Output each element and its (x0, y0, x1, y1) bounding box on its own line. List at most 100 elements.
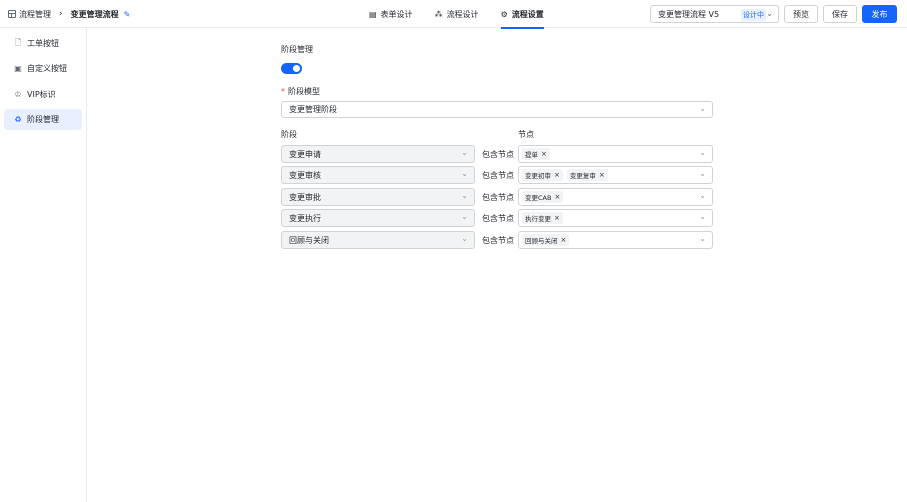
chevron-down-icon: ⌄ (461, 234, 468, 243)
chevron-down-icon: ⌄ (461, 169, 468, 178)
model-value: 变更管理阶段 (289, 105, 337, 114)
status-badge: 设计中 (741, 9, 766, 21)
stage-value: 变更执行 (289, 213, 321, 223)
top-header: 流程管理 › 变更管理流程 ✎ ▤ 表单设计 ⁂ 流程设计 ⚙ 流程设置 变更管… (0, 0, 907, 29)
version-select[interactable]: 变更管理流程 V5 设计中 ⌄ (650, 5, 779, 23)
node-multi-select[interactable]: 变更初审 × 变更复审 × ⌄ (518, 166, 713, 184)
stage-select[interactable]: 回顾与关闭 ⌄ (281, 231, 475, 249)
node-tag: 变更复审 × (566, 169, 608, 181)
node-tag-label: 变更初审 (525, 172, 551, 180)
publish-button[interactable]: 发布 (862, 5, 897, 23)
chevron-down-icon: ⌄ (461, 191, 468, 200)
stage-model-select[interactable]: 变更管理阶段 ⌄ (281, 101, 713, 118)
node-column-header: 节点 (518, 130, 534, 139)
stage-column-header: 阶段 (281, 130, 297, 139)
sidebar-item-custom-buttons[interactable]: ▣ 自定义按钮 (4, 58, 82, 79)
node-tag-label: 变更CAB (525, 194, 552, 202)
stage-value: 变更审核 (289, 170, 321, 180)
node-tag: 变更初审 × (522, 169, 563, 181)
recycle-icon: ♻ (14, 115, 22, 124)
gear-icon: ⚙ (500, 9, 508, 19)
node-multi-select[interactable]: 提单 × ⌄ (518, 145, 713, 163)
crown-icon: ♔ (14, 90, 22, 99)
stage-value: 回顾与关闭 (289, 235, 329, 245)
close-icon[interactable]: × (554, 193, 560, 201)
contains-label: 包含节点 (482, 150, 514, 159)
breadcrumb-parent[interactable]: 流程管理 (19, 9, 51, 20)
stage-row: 变更审批 ⌄ 包含节点 变更CAB × ⌄ (281, 188, 713, 206)
breadcrumb: 流程管理 › 变更管理流程 ✎ (8, 8, 130, 20)
tab-label: 流程设计 (446, 9, 479, 19)
chevron-right-icon: › (59, 9, 63, 19)
required-mark: * (281, 87, 285, 96)
tab-bar: ▤ 表单设计 ⁂ 流程设计 ⚙ 流程设置 (369, 0, 566, 29)
edit-icon[interactable]: ✎ (124, 10, 131, 19)
chevron-down-icon: ⌄ (699, 169, 706, 178)
chevron-down-icon: ⌄ (699, 148, 706, 157)
node-tag-label: 回顾与关闭 (525, 237, 558, 245)
stage-row: 变更执行 ⌄ 包含节点 执行变更 × ⌄ (281, 209, 713, 227)
tab-flow-design[interactable]: ⁂ 流程设计 (435, 0, 479, 28)
preview-button[interactable]: 预览 (784, 5, 818, 23)
sidebar-item-ticket-buttons[interactable]: 🗋 工单按钮 (4, 33, 82, 54)
stage-select[interactable]: 变更申请 ⌄ (281, 145, 475, 163)
flow-icon: ⁂ (434, 9, 443, 19)
contains-label: 包含节点 (482, 236, 514, 245)
sidebar-item-label: 工单按钮 (27, 39, 59, 48)
chevron-down-icon: ⌄ (699, 234, 706, 243)
save-button[interactable]: 保存 (823, 5, 857, 23)
stage-select[interactable]: 变更审核 ⌄ (281, 166, 475, 184)
tab-form-design[interactable]: ▤ 表单设计 (369, 0, 413, 28)
stage-value: 变更申请 (289, 149, 321, 159)
node-tag-label: 执行变更 (525, 215, 551, 223)
node-tag: 回顾与关闭 × (522, 234, 570, 246)
chevron-down-icon: ⌄ (461, 212, 468, 221)
contains-label: 包含节点 (482, 214, 514, 223)
chevron-down-icon: ⌄ (699, 104, 706, 113)
section-title: 阶段管理 (281, 45, 313, 54)
grid-icon (8, 10, 16, 18)
version-name: 变更管理流程 V5 (658, 9, 720, 19)
model-label-text: 阶段模型 (288, 87, 320, 96)
model-label: * 阶段模型 (281, 86, 320, 97)
stage-select[interactable]: 变更审批 ⌄ (281, 188, 475, 206)
stage-row: 变更申请 ⌄ 包含节点 提单 × ⌄ (281, 145, 713, 163)
node-tag: 提单 × (522, 148, 550, 160)
contains-label: 包含节点 (482, 193, 514, 202)
stage-row: 回顾与关闭 ⌄ 包含节点 回顾与关闭 × ⌄ (281, 231, 713, 249)
sidebar: 🗋 工单按钮 ▣ 自定义按钮 ♔ VIP标识 ♻ 阶段管理 (0, 28, 87, 502)
node-tag: 变更CAB × (522, 191, 564, 203)
tab-flow-settings[interactable]: ⚙ 流程设置 (500, 0, 544, 29)
node-multi-select[interactable]: 执行变更 × ⌄ (518, 209, 713, 227)
node-tag-label: 提单 (525, 151, 538, 159)
stage-select[interactable]: 变更执行 ⌄ (281, 209, 475, 227)
chevron-down-icon: ⌄ (766, 9, 773, 18)
tab-label: 流程设置 (511, 9, 544, 19)
tab-label: 表单设计 (380, 9, 413, 19)
close-icon[interactable]: × (554, 214, 560, 222)
sidebar-item-stage-management[interactable]: ♻ 阶段管理 (4, 109, 82, 130)
file-icon: 🗋 (14, 37, 22, 47)
node-multi-select[interactable]: 变更CAB × ⌄ (518, 188, 713, 206)
custom-button-icon: ▣ (14, 64, 22, 73)
stage-toggle[interactable] (281, 63, 302, 74)
main-content: 阶段管理 * 阶段模型 变更管理阶段 ⌄ 阶段 节点 变更申请 ⌄ 包含节点 提单… (87, 28, 907, 502)
sidebar-item-label: 阶段管理 (27, 115, 59, 124)
stage-value: 变更审批 (289, 192, 321, 202)
contains-label: 包含节点 (482, 171, 514, 180)
sidebar-item-vip[interactable]: ♔ VIP标识 (4, 84, 82, 105)
close-icon[interactable]: × (561, 236, 567, 244)
stage-row: 变更审核 ⌄ 包含节点 变更初审 × 变更复审 × ⌄ (281, 166, 713, 184)
sidebar-item-label: VIP标识 (27, 90, 56, 99)
node-tag-label: 变更复审 (569, 172, 596, 180)
close-icon[interactable]: × (554, 171, 560, 179)
close-icon[interactable]: × (599, 171, 605, 179)
document-icon: ▤ (369, 9, 377, 19)
breadcrumb-current: 变更管理流程 (70, 9, 119, 19)
chevron-down-icon: ⌄ (699, 212, 706, 221)
node-multi-select[interactable]: 回顾与关闭 × ⌄ (518, 231, 713, 249)
chevron-down-icon: ⌄ (461, 148, 468, 157)
sidebar-item-label: 自定义按钮 (27, 64, 67, 73)
chevron-down-icon: ⌄ (699, 191, 706, 200)
close-icon[interactable]: × (541, 150, 547, 158)
